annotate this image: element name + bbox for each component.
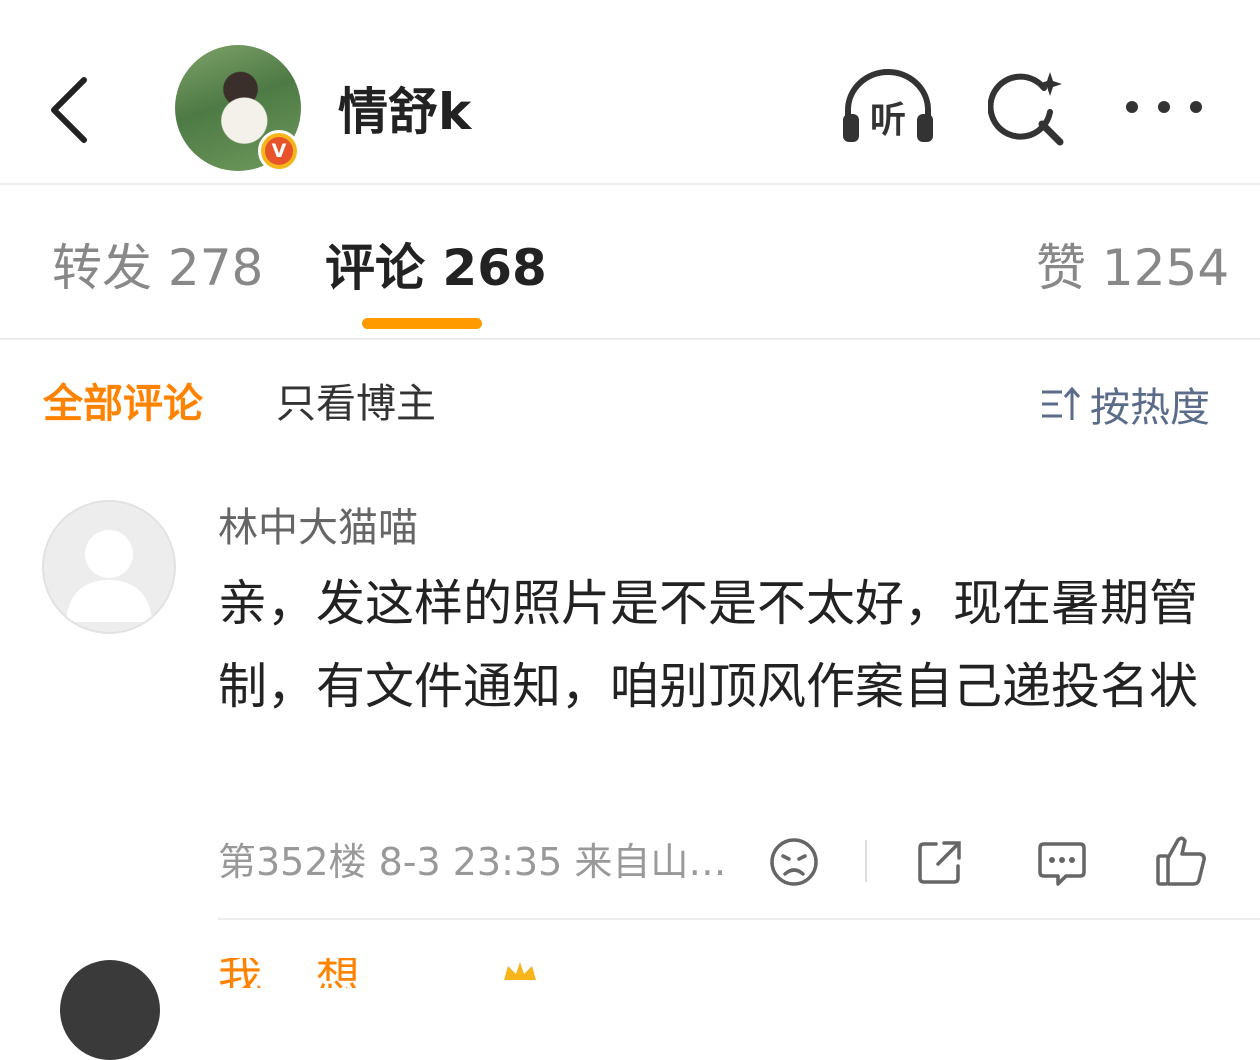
default-avatar-icon bbox=[66, 530, 152, 622]
comment-meta: 第352楼 8-3 23:35 来自山… bbox=[218, 840, 727, 884]
like-icon[interactable] bbox=[1152, 832, 1210, 890]
blogger-username[interactable]: 情舒k bbox=[338, 80, 471, 144]
commenter-name[interactable]: 林中大猫喵 bbox=[218, 502, 418, 554]
listen-icon[interactable]: 听 bbox=[838, 68, 938, 148]
divider bbox=[0, 338, 1260, 340]
sort-by-popularity-button[interactable]: 按热度 bbox=[1040, 378, 1210, 431]
crown-icon bbox=[504, 962, 536, 980]
sort-icon bbox=[1042, 386, 1081, 420]
divider bbox=[218, 918, 1260, 920]
next-commenter-name[interactable]: 我 想 要 ... bbox=[218, 958, 448, 988]
next-commenter-avatar[interactable] bbox=[60, 960, 160, 1060]
share-icon[interactable] bbox=[912, 834, 968, 890]
back-button[interactable] bbox=[40, 70, 100, 150]
reply-icon[interactable] bbox=[1034, 834, 1090, 890]
filter-owner-only[interactable]: 只看博主 bbox=[276, 378, 436, 430]
comment-text: 亲，发这样的照片是不是不太好，现在暑期管制，有文件通知，咱别顶风作案自己递投名状 bbox=[218, 575, 1199, 715]
verified-badge: V bbox=[258, 130, 300, 172]
dislike-icon[interactable] bbox=[766, 834, 822, 890]
tab-like[interactable]: 赞 1254 bbox=[1036, 236, 1229, 300]
active-tab-indicator bbox=[362, 318, 482, 329]
divider bbox=[865, 840, 867, 882]
svg-text:听: 听 bbox=[870, 100, 906, 141]
more-icon[interactable] bbox=[1122, 92, 1206, 122]
filter-all-comments[interactable]: 全部评论 bbox=[43, 378, 203, 430]
tab-comment[interactable]: 评论 268 bbox=[325, 236, 547, 300]
search-icon[interactable] bbox=[988, 68, 1068, 148]
commenter-avatar[interactable] bbox=[42, 500, 176, 634]
sort-label: 按热度 bbox=[1090, 385, 1210, 431]
tab-repost[interactable]: 转发 278 bbox=[52, 236, 263, 300]
